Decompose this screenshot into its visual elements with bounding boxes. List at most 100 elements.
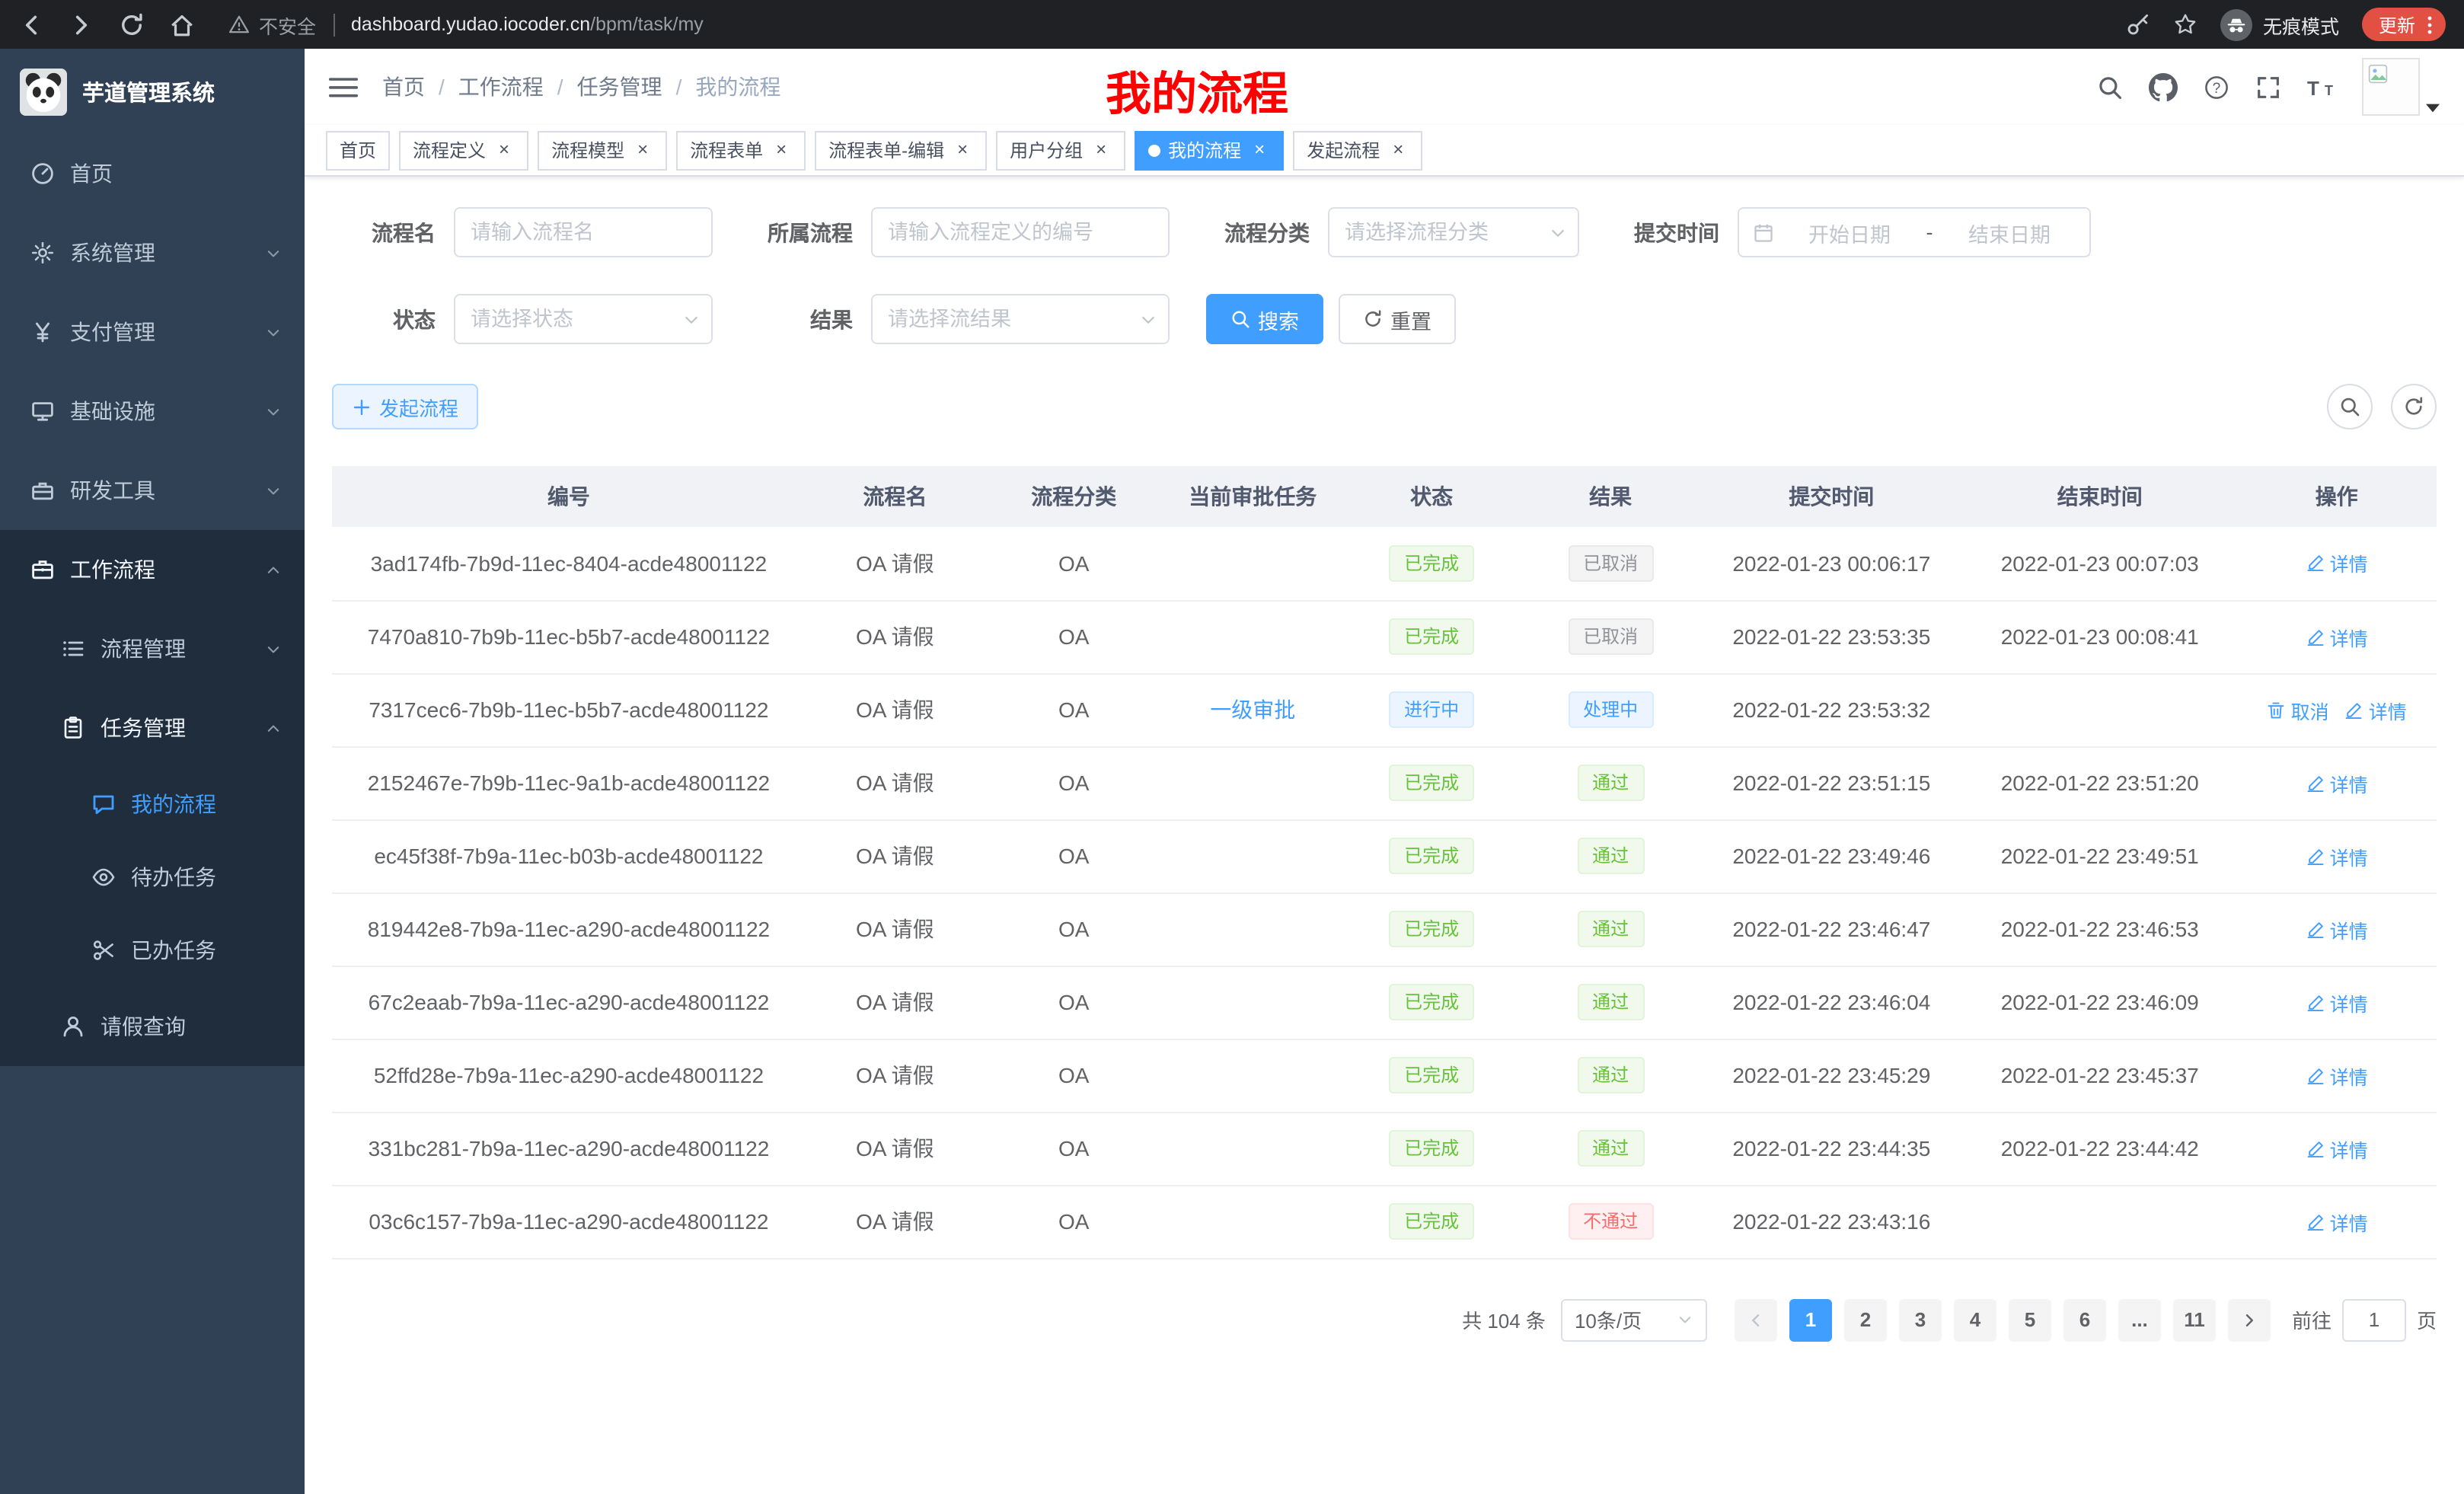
result-select-input[interactable] — [871, 294, 1170, 344]
cell-submit-time: 2022-01-22 23:53:35 — [1700, 600, 1964, 673]
fontsize-icon[interactable]: TT — [2307, 72, 2336, 101]
sidebar-item-process-manage[interactable]: 流程管理 — [0, 609, 305, 688]
breadcrumb-item[interactable]: 任务管理 — [577, 72, 662, 102]
detail-button[interactable]: 详情 — [2306, 1134, 2368, 1163]
back-icon[interactable] — [18, 11, 44, 37]
detail-button[interactable]: 详情 — [2306, 1061, 2368, 1090]
search-icon[interactable] — [2097, 74, 2123, 100]
sidebar-group: 流程管理 — [0, 609, 305, 688]
browser-home-icon[interactable] — [169, 11, 195, 37]
more-vert-icon[interactable] — [2418, 13, 2441, 36]
next-page-button[interactable] — [2228, 1298, 2271, 1341]
close-icon[interactable]: × — [771, 139, 792, 161]
sidebar-item-devtools[interactable]: 研发工具 — [0, 451, 305, 530]
sidebar-fold-icon[interactable] — [329, 74, 358, 100]
submit-time-range-picker[interactable]: 开始日期 - 结束日期 — [1738, 207, 2091, 257]
incognito-indicator: 无痕模式 — [2220, 8, 2339, 40]
tag-view-tab[interactable]: 发起流程× — [1293, 130, 1422, 170]
status-select-input[interactable] — [454, 294, 713, 344]
detail-button[interactable]: 详情 — [2306, 768, 2368, 797]
status-select[interactable] — [454, 294, 713, 344]
bookmark-star-icon[interactable] — [2173, 12, 2197, 37]
detail-button[interactable]: 详情 — [2306, 988, 2368, 1017]
category-select-input[interactable] — [1328, 207, 1579, 257]
sidebar-item-payment[interactable]: 支付管理 — [0, 292, 305, 372]
reload-icon[interactable] — [119, 11, 145, 37]
update-label: 更新 — [2379, 11, 2415, 37]
refresh-table-button[interactable] — [2391, 384, 2437, 429]
current-task-link[interactable]: 一级审批 — [1210, 698, 1295, 722]
cancel-button[interactable]: 取消 — [2267, 695, 2329, 724]
page-button-3[interactable]: 3 — [1899, 1298, 1942, 1341]
address-bar[interactable]: 不安全 dashboard.yudao.iocoder.cn/bpm/task/… — [228, 10, 704, 39]
page-size-select[interactable]: 10条/页 — [1561, 1298, 1707, 1341]
tag-view-tab[interactable]: 我的流程× — [1135, 130, 1284, 170]
column-header: 编号 — [332, 466, 806, 527]
close-icon[interactable]: × — [1249, 139, 1270, 161]
sidebar-item-infrastructure[interactable]: 基础设施 — [0, 372, 305, 451]
result-select[interactable] — [871, 294, 1170, 344]
close-icon[interactable]: × — [1387, 139, 1409, 161]
user-avatar-dropdown[interactable] — [2362, 58, 2440, 116]
tag-view-tab[interactable]: 首页 — [326, 130, 390, 170]
sidebar-item-todo-task[interactable]: 待办任务 — [0, 841, 305, 914]
page-button-4[interactable]: 4 — [1954, 1298, 1996, 1341]
detail-button[interactable]: 详情 — [2306, 622, 2368, 651]
tag-view-tab[interactable]: 流程表单-编辑× — [815, 130, 987, 170]
breadcrumb-item[interactable]: 工作流程 — [458, 72, 544, 102]
question-icon[interactable]: ? — [2204, 74, 2229, 100]
toolbox-icon — [30, 478, 55, 503]
sidebar-item-done-task[interactable]: 已办任务 — [0, 914, 305, 987]
page-button-6[interactable]: 6 — [2063, 1298, 2106, 1341]
chevron-down-icon — [265, 640, 282, 657]
page-button-2[interactable]: 2 — [1844, 1298, 1887, 1341]
page-button-5[interactable]: 5 — [2009, 1298, 2051, 1341]
sidebar-item-my-process[interactable]: 我的流程 — [0, 768, 305, 841]
close-icon[interactable]: × — [632, 139, 653, 161]
detail-button[interactable]: 详情 — [2344, 695, 2407, 724]
avatar[interactable] — [2362, 58, 2420, 116]
detail-button[interactable]: 详情 — [2306, 549, 2368, 578]
toggle-search-button[interactable] — [2327, 384, 2373, 429]
fullscreen-icon[interactable] — [2255, 74, 2281, 100]
detail-label: 详情 — [2330, 841, 2368, 870]
filter-time-label: 提交时间 — [1616, 217, 1719, 247]
sidebar-item-home[interactable]: 首页 — [0, 134, 305, 213]
refresh-icon — [1363, 309, 1383, 329]
start-process-button[interactable]: 发起流程 — [332, 384, 478, 429]
search-button[interactable]: 搜索 — [1206, 294, 1323, 344]
chevron-up-icon — [265, 720, 282, 736]
process-name-input[interactable] — [454, 207, 713, 257]
cell-actions: 详情 — [2236, 966, 2437, 1039]
forward-icon[interactable] — [69, 11, 94, 37]
github-icon[interactable] — [2149, 72, 2178, 101]
sidebar-item-leave-query[interactable]: 请假查询 — [0, 987, 305, 1066]
goto-page-input[interactable] — [2342, 1298, 2406, 1341]
tag-view-tab[interactable]: 流程表单× — [676, 130, 806, 170]
sidebar-item-task-manage[interactable]: 任务管理 — [0, 688, 305, 768]
tag-view-tab[interactable]: 用户分组× — [996, 130, 1125, 170]
key-icon[interactable] — [2126, 12, 2150, 37]
close-icon[interactable]: × — [493, 139, 515, 161]
breadcrumb-item[interactable]: 首页 — [382, 72, 425, 102]
tag-view-tab[interactable]: 流程模型× — [538, 130, 667, 170]
app-logo[interactable]: 芋道管理系统 — [0, 49, 305, 134]
detail-button[interactable]: 详情 — [2306, 841, 2368, 870]
page-button-11[interactable]: 11 — [2173, 1298, 2216, 1341]
tag-view-tab[interactable]: 流程定义× — [399, 130, 528, 170]
close-icon[interactable]: × — [1090, 139, 1112, 161]
detail-button[interactable]: 详情 — [2306, 915, 2368, 943]
page-button-1[interactable]: 1 — [1789, 1298, 1832, 1341]
cell-end-time: 2022-01-22 23:46:53 — [1963, 892, 2236, 966]
reset-button[interactable]: 重置 — [1339, 294, 1456, 344]
close-icon[interactable]: × — [952, 139, 973, 161]
detail-button[interactable]: 详情 — [2306, 1207, 2368, 1236]
process-definition-input[interactable] — [871, 207, 1170, 257]
cell-result: 通过 — [1521, 1039, 1700, 1112]
prev-page-button[interactable] — [1735, 1298, 1777, 1341]
more-pages-button[interactable]: ... — [2118, 1298, 2161, 1341]
browser-update-button[interactable]: 更新 — [2362, 8, 2446, 41]
sidebar-item-workflow[interactable]: 工作流程 — [0, 530, 305, 609]
category-select[interactable] — [1328, 207, 1579, 257]
sidebar-item-system[interactable]: 系统管理 — [0, 213, 305, 292]
